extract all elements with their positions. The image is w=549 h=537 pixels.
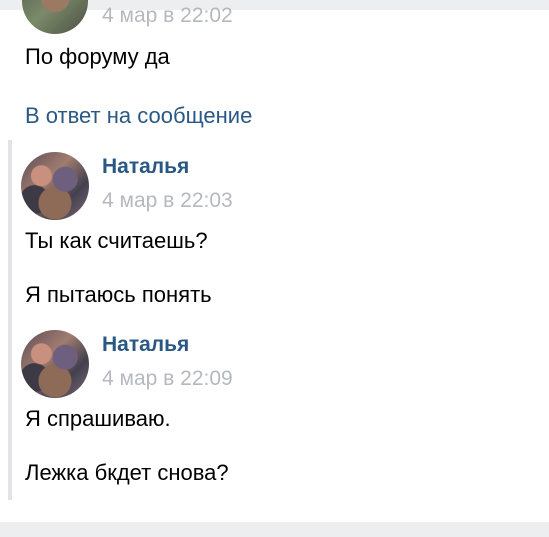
- avatar[interactable]: [21, 330, 89, 398]
- author-name[interactable]: Наталья: [102, 333, 189, 357]
- author-name[interactable]: Наталья: [102, 155, 189, 179]
- message-text: Лежка бкдет снова?: [25, 460, 229, 485]
- message-time[interactable]: 4 мар в 22:03: [102, 189, 233, 213]
- bottom-page-background: [0, 522, 549, 537]
- message-time[interactable]: 4 мар в 22:02: [102, 4, 233, 28]
- avatar[interactable]: [21, 152, 89, 220]
- message-text: Я спрашиваю.: [25, 406, 171, 431]
- message-text: Ты как считаешь?: [25, 228, 208, 253]
- reply-to-message-link[interactable]: В ответ на сообщение: [25, 103, 252, 129]
- thread-indent-line: [8, 140, 12, 500]
- avatar[interactable]: [22, 0, 88, 34]
- message-text: Я пытаюсь понять: [25, 282, 212, 307]
- message-time[interactable]: 4 мар в 22:09: [102, 367, 233, 391]
- message-text: По форуму да: [25, 44, 170, 69]
